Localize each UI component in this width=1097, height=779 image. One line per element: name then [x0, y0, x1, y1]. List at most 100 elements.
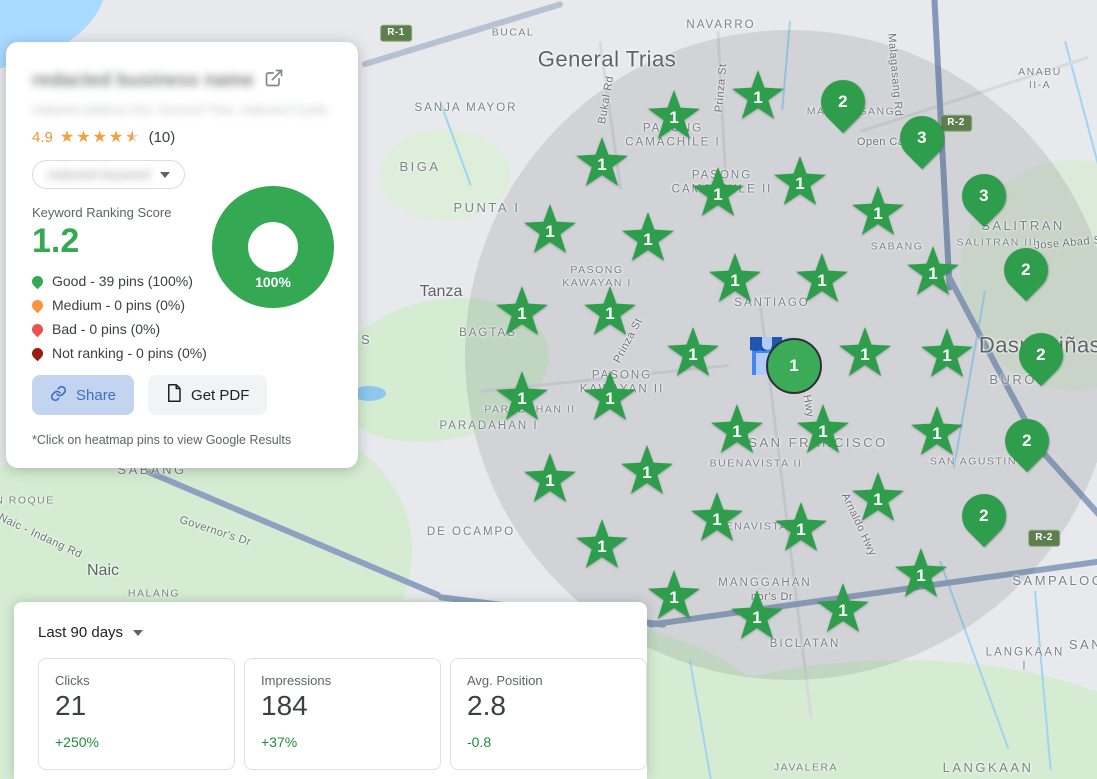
stat-delta: +37%: [261, 734, 424, 750]
stat-value: 184: [261, 690, 424, 722]
heatmap-pin-star[interactable]: 1: [621, 212, 675, 264]
heatmap-pin-star[interactable]: 1: [838, 327, 892, 379]
star-rating: ★★★★★★★★★★: [60, 130, 142, 146]
pin-rank-number: 2: [1036, 345, 1045, 365]
pin-rank-number: 2: [1022, 431, 1031, 451]
stat-card-avg-position: Avg. Position 2.8 -0.8: [450, 658, 647, 770]
keyword-select-value: redacted keyword: [47, 167, 150, 182]
drop-pin-shape: 2: [996, 410, 1058, 472]
share-label: Share: [76, 387, 116, 404]
period-select[interactable]: Last 90 days: [38, 624, 143, 641]
pin-rank-number: 1: [597, 155, 606, 175]
performance-panel: Last 90 days Clicks 21 +250% Impressions…: [14, 602, 647, 779]
legend-row-not-ranking: Not ranking - 0 pins (0%): [32, 345, 332, 361]
heatmap-pin-star[interactable]: 1: [523, 204, 577, 256]
heatmap-pin-star[interactable]: 1: [620, 445, 674, 497]
heatmap-pin-drop[interactable]: 2: [961, 492, 1007, 550]
map-label: PUNTA I: [453, 200, 520, 216]
legend-text: Good - 39 pins (100%): [52, 273, 193, 289]
pin-rank-number: 1: [669, 108, 678, 128]
heatmap-pin-star[interactable]: 1: [691, 167, 745, 219]
stat-delta: -0.8: [467, 734, 630, 750]
heatmap-pin-drop[interactable]: 2: [1004, 417, 1050, 475]
pin-rank-number: 1: [642, 463, 651, 483]
heatmap-pin-star[interactable]: 1: [523, 453, 577, 505]
medium-pin-icon: [30, 297, 46, 313]
heatmap-pin-star[interactable]: 1: [583, 286, 637, 338]
good-pin-icon: [30, 273, 46, 289]
review-count: (10): [149, 129, 176, 146]
heatmap-pin-star[interactable]: 1: [575, 137, 629, 189]
heatmap-pin-drop[interactable]: 2: [1018, 331, 1064, 389]
pin-rank-number: 1: [605, 389, 614, 409]
heatmap-pin-star[interactable]: 1: [690, 492, 744, 544]
heatmap-pin-star[interactable]: 1: [647, 90, 701, 142]
heatmap-pin-drop[interactable]: 3: [899, 114, 945, 172]
heatmap-pin-drop[interactable]: 2: [1003, 246, 1049, 304]
stat-card-clicks: Clicks 21 +250%: [38, 658, 235, 770]
pin-rank-number: 1: [669, 588, 678, 608]
legend-text: Not ranking - 0 pins (0%): [52, 345, 207, 361]
heatmap-pin-star[interactable]: 1: [851, 186, 905, 238]
pin-rank-number: 1: [732, 422, 741, 442]
keyword-select[interactable]: redacted keyword: [32, 160, 185, 189]
heatmap-pin-star[interactable]: 1: [575, 519, 629, 571]
chevron-down-icon: [133, 630, 143, 636]
heatmap-pin-star[interactable]: 1: [851, 472, 905, 524]
heatmap-pin-star[interactable]: 1: [495, 286, 549, 338]
business-name: redacted business name: [32, 70, 254, 92]
business-address: redacted address line, General Trias, re…: [32, 103, 332, 117]
heatmap-pin-star[interactable]: 1: [774, 502, 828, 554]
get-pdf-button[interactable]: Get PDF: [148, 375, 267, 415]
heatmap-pin-star[interactable]: 1: [795, 253, 849, 305]
pin-rank-number: 1: [752, 608, 761, 628]
map-label: BIGA: [399, 159, 440, 175]
pin-rank-number: 1: [789, 356, 798, 376]
heatmap-pin-circle[interactable]: 1: [766, 338, 822, 394]
heatmap-pin-star[interactable]: 1: [731, 70, 785, 122]
pin-rank-number: 1: [730, 271, 739, 291]
heatmap-pin-star[interactable]: 1: [796, 404, 850, 456]
map-label: Tanza: [420, 282, 463, 302]
external-link-icon[interactable]: [264, 68, 284, 93]
map-label: BUENAVISTA II: [710, 457, 803, 470]
pin-rank-number: 1: [818, 422, 827, 442]
bad-pin-icon: [30, 321, 46, 337]
heatmap-pin-star[interactable]: 1: [495, 371, 549, 423]
period-label: Last 90 days: [38, 624, 123, 641]
donut-hole: [248, 222, 298, 272]
map-label: JAVALERA: [774, 761, 838, 774]
map-label: SANJA MAYOR: [415, 101, 518, 115]
heatmap-pin-star[interactable]: 1: [773, 156, 827, 208]
heatmap-pin-star[interactable]: 1: [816, 583, 870, 635]
heatmap-pin-star[interactable]: 1: [730, 590, 784, 642]
map-label: N ROQUE: [0, 494, 55, 507]
pin-rank-number: 2: [838, 92, 847, 112]
heatmap-pin-star[interactable]: 1: [910, 406, 964, 458]
heatmap-pin-star[interactable]: 1: [920, 328, 974, 380]
drop-pin-shape: 2: [953, 485, 1015, 547]
heatmap-pin-star[interactable]: 1: [894, 548, 948, 600]
chevron-down-icon: [160, 172, 170, 178]
pin-rank-number: 1: [795, 174, 804, 194]
map-label: HALANG: [128, 587, 180, 600]
heatmap-pin-drop[interactable]: 3: [961, 172, 1007, 230]
heatmap-pin-star[interactable]: 1: [647, 570, 701, 622]
map-label: LANGKAAN II: [934, 760, 1043, 779]
map-label: SAMPALOC: [1012, 573, 1097, 589]
heatmap-pin-star[interactable]: 1: [666, 327, 720, 379]
drop-pin-shape: 2: [995, 239, 1057, 301]
pin-rank-number: 1: [517, 304, 526, 324]
pin-rank-number: 1: [545, 471, 554, 491]
heatmap-pin-star[interactable]: 1: [710, 404, 764, 456]
not-ranking-pin-icon: [30, 345, 46, 361]
pin-rank-number: 1: [796, 520, 805, 540]
drop-pin-shape: 2: [1010, 324, 1072, 386]
report-card: redacted business name redacted address …: [6, 42, 358, 468]
map-label: Naic: [87, 561, 119, 581]
heatmap-pin-star[interactable]: 1: [906, 246, 960, 298]
share-button[interactable]: Share: [32, 375, 134, 415]
heatmap-pin-star[interactable]: 1: [583, 371, 637, 423]
heatmap-pin-star[interactable]: 1: [708, 253, 762, 305]
heatmap-pin-drop[interactable]: 2: [820, 78, 866, 136]
